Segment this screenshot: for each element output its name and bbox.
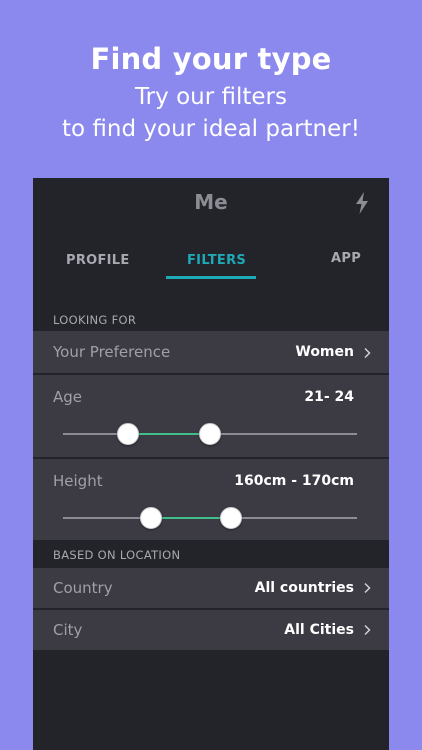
height-slider-max-handle[interactable]: [219, 507, 242, 529]
chevron-right-icon: [364, 624, 371, 636]
section-label-based-on-location: BASED ON LOCATION: [53, 548, 181, 562]
section-label-looking-for: LOOKING FOR: [53, 313, 137, 327]
top-bar: Me: [33, 178, 389, 226]
height-slider-min-handle[interactable]: [140, 507, 163, 529]
city-row[interactable]: City All Cities: [33, 610, 389, 650]
tab-profile[interactable]: PROFILE: [66, 253, 130, 268]
tab-app[interactable]: APP: [331, 251, 361, 266]
country-label: Country: [53, 579, 113, 597]
preference-value: Women: [295, 344, 354, 360]
promo-subtitle-line1: Try our filters: [135, 84, 287, 110]
age-slider-range: [127, 433, 210, 435]
country-value: All countries: [254, 580, 354, 596]
active-tab-indicator: [166, 276, 256, 279]
age-row: Age 21- 24: [33, 375, 389, 457]
age-slider-min-handle[interactable]: [116, 423, 139, 445]
height-value: 160cm - 170cm: [234, 473, 354, 489]
chevron-right-icon: [364, 347, 371, 359]
height-slider-range: [151, 517, 231, 519]
promo-title: Find your type: [90, 42, 332, 76]
city-label: City: [53, 621, 83, 639]
height-row: Height 160cm - 170cm: [33, 459, 389, 540]
age-value: 21- 24: [304, 389, 354, 405]
age-label: Age: [53, 388, 83, 406]
preference-label: Your Preference: [53, 343, 171, 361]
lightning-bolt-icon[interactable]: [353, 191, 371, 215]
promo-subtitle-line2: to find your ideal partner!: [62, 116, 360, 142]
chevron-right-icon: [364, 582, 371, 594]
preference-row[interactable]: Your Preference Women: [33, 331, 389, 373]
app-screen: Me PROFILE FILTERS APP LOOKING FOR Your …: [33, 178, 389, 750]
country-row[interactable]: Country All countries: [33, 568, 389, 608]
tab-filters[interactable]: FILTERS: [187, 253, 246, 268]
city-value: All Cities: [284, 622, 354, 638]
height-label: Height: [53, 472, 103, 490]
age-slider-max-handle[interactable]: [199, 423, 221, 445]
page-title: Me: [194, 190, 228, 214]
